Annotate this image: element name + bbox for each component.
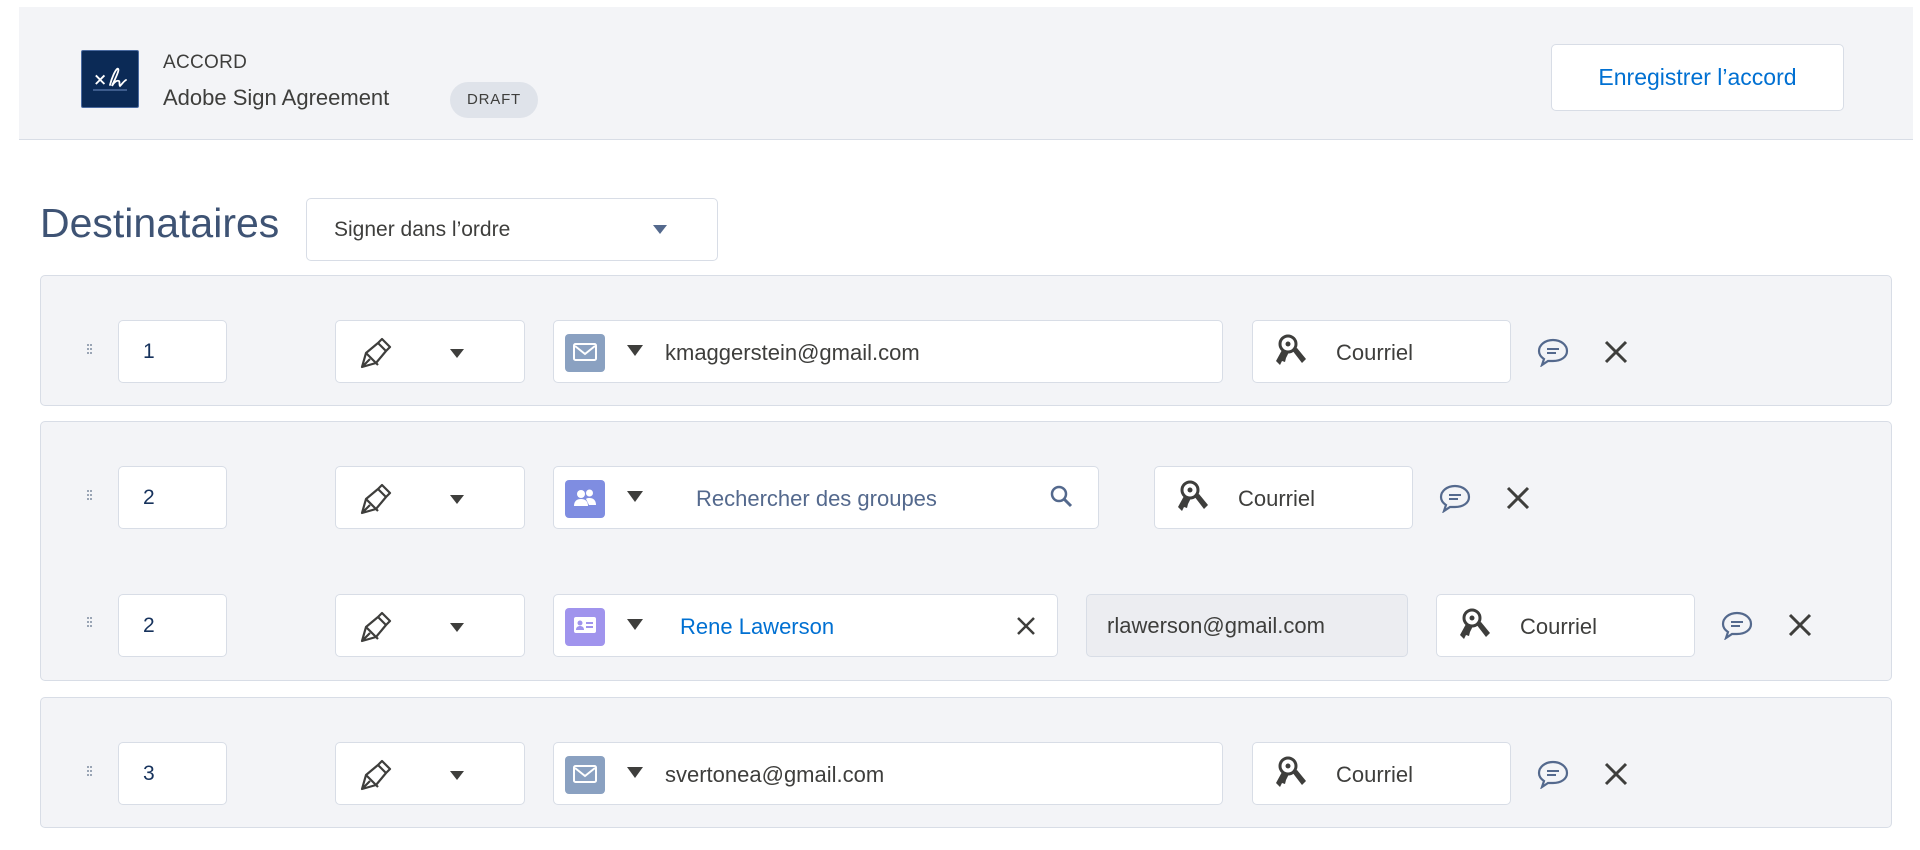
group-search-placeholder: Rechercher des groupes: [696, 486, 937, 511]
auth-method-value: Courriel: [1238, 486, 1316, 511]
auth-method-select[interactable]: Courriel: [1436, 594, 1695, 657]
order-input[interactable]: 2: [118, 594, 227, 657]
role-select[interactable]: [335, 466, 525, 529]
pen-icon: [360, 337, 392, 369]
status-badge: DRAFT: [450, 82, 538, 118]
svg-text:×: ×: [93, 70, 107, 90]
auth-method-value: Courriel: [1336, 762, 1414, 787]
auth-method-value: Courriel: [1520, 614, 1598, 639]
adobe-sign-logo-icon: ×: [81, 50, 139, 108]
order-input[interactable]: 1: [118, 320, 227, 383]
email-icon[interactable]: [565, 334, 605, 372]
order-number: 3: [143, 762, 155, 785]
record-title: Adobe Sign Agreement: [163, 85, 390, 110]
message-icon[interactable]: [1536, 759, 1570, 789]
group-icon[interactable]: [565, 480, 605, 518]
drag-handle-icon[interactable]: [87, 488, 92, 502]
contact-name[interactable]: Rene Lawerson: [680, 614, 834, 640]
recipient-row: 2 Rechercher des groupes Courriel: [40, 421, 1892, 551]
auth-method-select[interactable]: Courriel: [1154, 466, 1413, 529]
order-input[interactable]: 2: [118, 466, 227, 529]
pen-icon: [360, 483, 392, 515]
pen-icon: [360, 611, 392, 643]
search-icon[interactable]: [1049, 484, 1075, 510]
role-select[interactable]: [335, 594, 525, 657]
group-search-field[interactable]: Rechercher des groupes: [553, 466, 1099, 529]
recipient-email-value: svertonea@gmail.com: [665, 762, 885, 787]
role-select[interactable]: [335, 742, 525, 805]
chevron-down-icon[interactable]: [626, 490, 644, 503]
chevron-down-icon: [653, 225, 667, 234]
key-icon: [1178, 480, 1208, 511]
order-number: 1: [143, 340, 155, 363]
contact-email-readonly: rlawerson@gmail.com: [1086, 594, 1408, 657]
auth-method-value: Courriel: [1336, 340, 1414, 365]
chevron-down-icon: [450, 349, 464, 358]
recipients-title: Destinataires: [40, 200, 280, 246]
save-agreement-button[interactable]: Enregistrer l’accord: [1551, 44, 1844, 111]
recipient-email-value: kmaggerstein@gmail.com: [665, 340, 920, 365]
drag-handle-icon[interactable]: [87, 764, 92, 778]
drag-handle-icon[interactable]: [87, 615, 92, 629]
signing-order-select[interactable]: Signer dans l’ordre: [306, 198, 718, 261]
chevron-down-icon: [450, 495, 464, 504]
close-icon[interactable]: [1601, 337, 1631, 367]
message-icon[interactable]: [1438, 483, 1472, 513]
close-icon[interactable]: [1503, 483, 1533, 513]
chevron-down-icon[interactable]: [626, 766, 644, 779]
recipient-email-field[interactable]: kmaggerstein@gmail.com: [553, 320, 1223, 383]
page-header: × ACCORD Adobe Sign Agreement DRAFT Enre…: [19, 7, 1913, 140]
auth-method-select[interactable]: Courriel: [1252, 742, 1511, 805]
recipient-email-field[interactable]: svertonea@gmail.com: [553, 742, 1223, 805]
recipient-row: 2 Rene Lawerson rlawerson@gmail.com Cour…: [40, 551, 1892, 681]
auth-method-select[interactable]: Courriel: [1252, 320, 1511, 383]
close-icon[interactable]: [1785, 610, 1815, 640]
order-number: 2: [143, 486, 155, 509]
message-icon[interactable]: [1720, 610, 1754, 640]
pen-icon: [360, 759, 392, 791]
clear-icon[interactable]: [1013, 613, 1039, 639]
recipient-row: 3 svertonea@gmail.com Courriel: [40, 697, 1892, 828]
email-icon[interactable]: [565, 756, 605, 794]
contact-icon[interactable]: [565, 608, 605, 646]
drag-handle-icon[interactable]: [87, 342, 92, 356]
chevron-down-icon[interactable]: [626, 344, 644, 357]
order-number: 2: [143, 614, 155, 637]
signing-order-value: Signer dans l’ordre: [334, 218, 511, 241]
recipient-row: 1 kmaggerstein@gmail.com Courriel: [40, 275, 1892, 406]
close-icon[interactable]: [1601, 759, 1631, 789]
contact-email-value: rlawerson@gmail.com: [1107, 613, 1325, 638]
role-select[interactable]: [335, 320, 525, 383]
message-icon[interactable]: [1536, 337, 1570, 367]
order-input[interactable]: 3: [118, 742, 227, 805]
key-icon: [1276, 756, 1306, 787]
key-icon: [1460, 608, 1490, 639]
chevron-down-icon: [450, 771, 464, 780]
chevron-down-icon: [450, 623, 464, 632]
object-type-label: ACCORD: [163, 52, 248, 73]
contact-field[interactable]: Rene Lawerson: [553, 594, 1058, 657]
chevron-down-icon[interactable]: [626, 618, 644, 631]
key-icon: [1276, 334, 1306, 365]
